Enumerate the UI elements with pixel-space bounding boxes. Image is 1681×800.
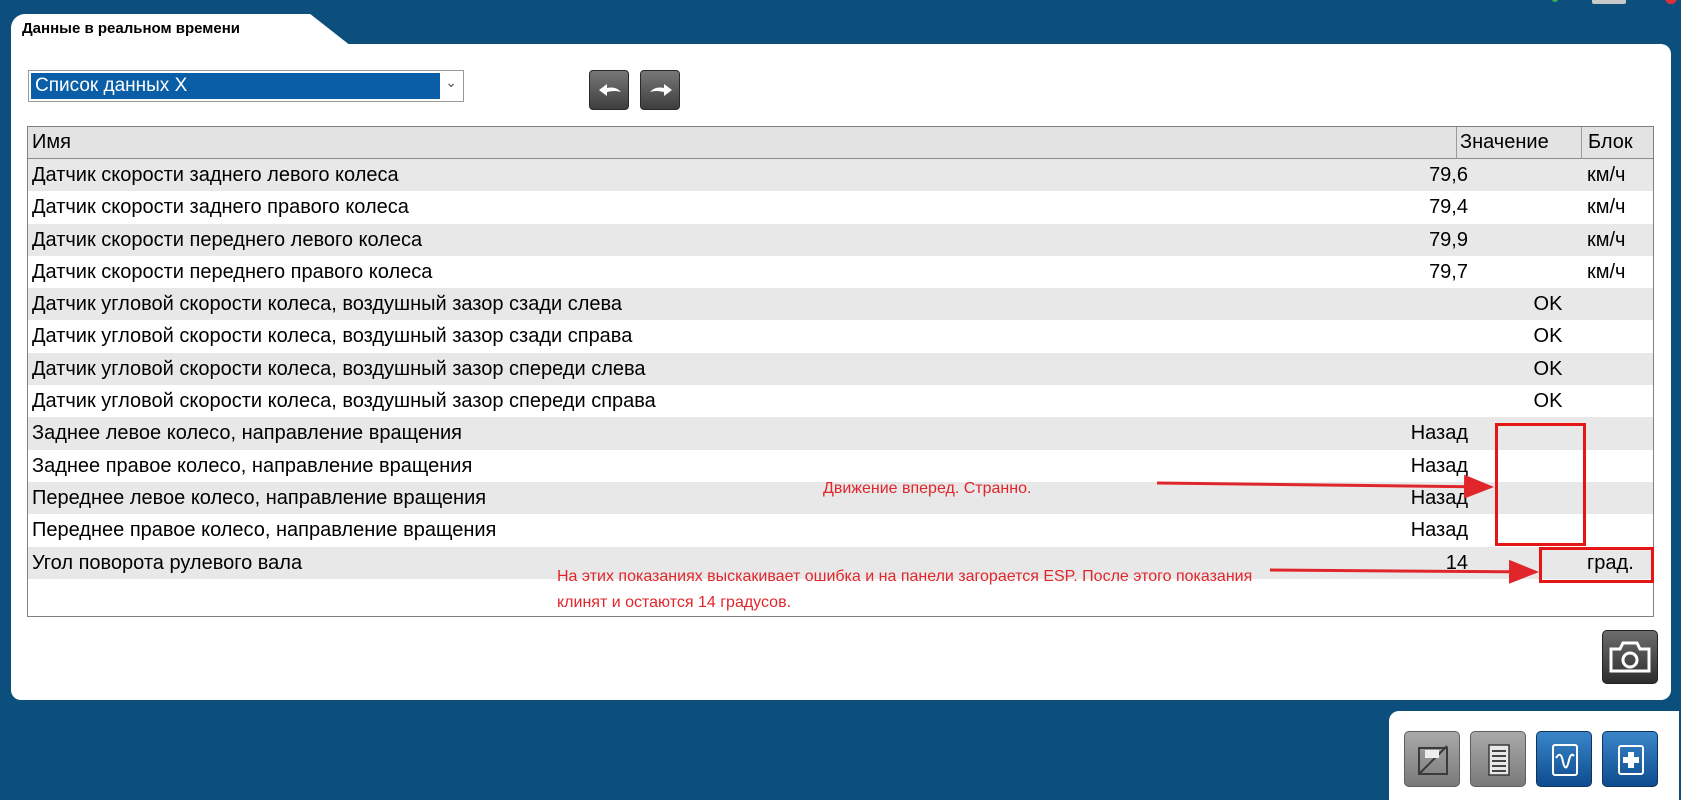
row-name: Датчик угловой скорости колеса, воздушны… (32, 293, 623, 316)
table-row[interactable]: Датчик угловой скорости колеса, воздушны… (28, 288, 1653, 321)
row-value: OK (1533, 325, 1563, 348)
table-body: Датчик скорости заднего левого колеса 79… (28, 159, 1653, 579)
column-header-unit[interactable]: Блок (1588, 131, 1633, 154)
row-value: OK (1533, 293, 1563, 316)
arrow-back-icon (599, 84, 621, 96)
row-name: Датчик скорости переднего левого колеса (32, 228, 423, 251)
table-header: Имя Значение Блок (28, 127, 1653, 159)
window-controls (1552, 0, 1681, 8)
table-row[interactable]: Переднее правое колесо, направление вращ… (28, 514, 1653, 547)
chevron-down-icon[interactable]: ⌄ (445, 74, 457, 91)
row-unit: км/ч (1587, 228, 1626, 251)
row-name: Угол поворота рулевого вала (32, 551, 303, 574)
table-row[interactable]: Датчик скорости переднего правого колеса… (28, 255, 1653, 289)
row-value: Назад (1410, 454, 1468, 477)
save-button[interactable] (1404, 731, 1460, 787)
row-value: 79,9 (1429, 228, 1468, 251)
row-name: Датчик скорости переднего правого колеса (32, 260, 433, 283)
table-row[interactable]: Датчик скорости заднего правого колеса 7… (28, 191, 1653, 224)
tab-live-data-label: Данные в реальном времени (22, 20, 240, 37)
column-header-value[interactable]: Значение (1460, 131, 1549, 154)
minimize-button[interactable] (1592, 0, 1626, 4)
column-divider[interactable] (1581, 127, 1582, 159)
row-value: 79,7 (1429, 260, 1468, 283)
row-value: Назад (1410, 519, 1468, 542)
table-row[interactable]: Датчик скорости заднего левого колеса 79… (28, 159, 1653, 192)
data-list-select[interactable]: Список данных X ⌄ (28, 70, 464, 102)
next-list-button[interactable] (640, 70, 680, 110)
table-row[interactable]: Датчик угловой скорости колеса, воздушны… (28, 320, 1653, 353)
snapshot-button[interactable] (1602, 630, 1658, 684)
row-name: Переднее левое колесо, направление враще… (32, 486, 487, 509)
list-view-button[interactable] (1470, 731, 1526, 787)
close-icon[interactable] (1665, 0, 1677, 4)
row-value: Назад (1410, 422, 1468, 445)
save-disk-icon (1418, 745, 1448, 775)
row-unit: км/ч (1587, 164, 1626, 186)
row-value: 79,4 (1429, 196, 1468, 219)
table-row[interactable]: Датчик угловой скорости колеса, воздушны… (28, 352, 1653, 386)
column-header-name[interactable]: Имя (32, 131, 71, 154)
annotation-angle: На этих показаниях выскакивает ошибка и … (557, 568, 1253, 611)
arrow-forward-icon (650, 84, 672, 96)
highlight-box-angle (1539, 547, 1654, 583)
row-value: 14 (1445, 551, 1468, 574)
row-name: Датчик угловой скорости колеса, воздушны… (32, 390, 656, 413)
table-row[interactable]: Заднее левое колесо, направление вращени… (28, 417, 1653, 450)
row-value: OK (1533, 357, 1563, 380)
row-name: Заднее правое колесо, направление вращен… (32, 454, 473, 477)
graph-view-button[interactable] (1536, 731, 1592, 787)
graph-icon (1552, 744, 1578, 776)
table-row[interactable]: Датчик скорости переднего левого колеса … (28, 223, 1653, 256)
row-name: Заднее левое колесо, направление вращени… (32, 422, 462, 445)
row-unit: км/ч (1587, 260, 1626, 283)
row-value: OK (1533, 390, 1563, 413)
annotation-direction: Движение вперед. Странно. (823, 480, 1032, 497)
status-dot-icon (1552, 0, 1558, 2)
row-value: 79,6 (1429, 164, 1468, 186)
camera-icon (1609, 641, 1651, 673)
column-divider[interactable] (1456, 127, 1457, 159)
row-unit: км/ч (1587, 196, 1626, 219)
medical-module-button[interactable] (1602, 731, 1658, 787)
previous-list-button[interactable] (589, 70, 629, 110)
medical-module-icon (1618, 745, 1644, 775)
row-name: Датчик скорости заднего правого колеса (32, 196, 409, 219)
list-icon (1488, 744, 1510, 776)
row-name: Переднее правое колесо, направление вращ… (32, 519, 497, 542)
highlight-box-direction (1495, 423, 1586, 546)
live-data-table: Имя Значение Блок Датчик скорости заднег… (27, 126, 1654, 617)
row-value: Назад (1410, 486, 1468, 509)
row-name: Датчик угловой скорости колеса, воздушны… (32, 357, 646, 380)
table-row[interactable]: Заднее правое колесо, направление вращен… (28, 449, 1653, 482)
data-list-selected-value: Список данных X (31, 73, 440, 99)
table-row[interactable]: Датчик угловой скорости колеса, воздушны… (28, 385, 1653, 418)
row-name: Датчик скорости заднего левого колеса (32, 164, 399, 186)
row-name: Датчик угловой скорости колеса, воздушны… (32, 325, 633, 348)
